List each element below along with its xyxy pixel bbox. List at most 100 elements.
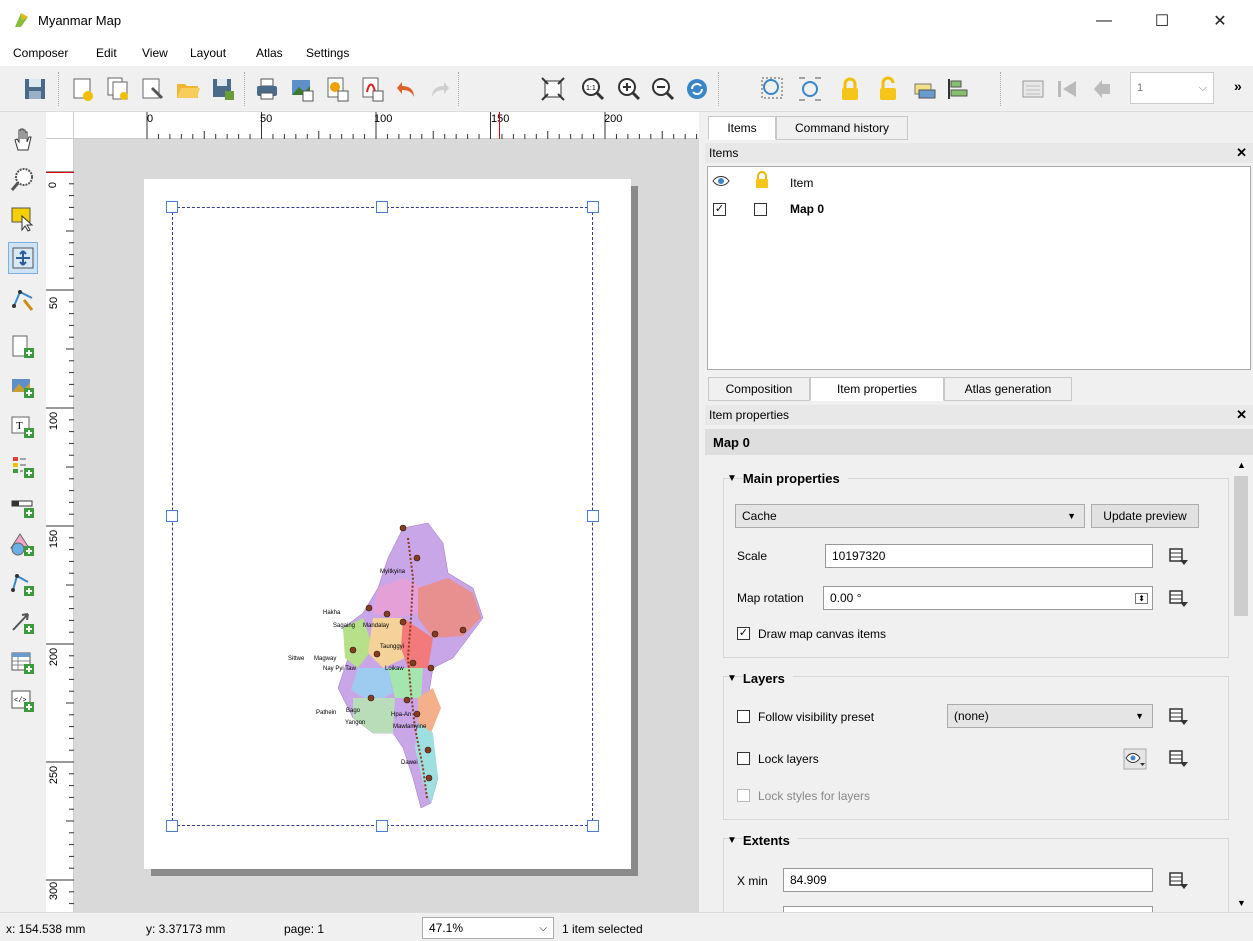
item-properties-scroll-area[interactable]: ▼ Main properties Cache ▼ Update preview S… [707,458,1229,918]
group-items-icon[interactable] [760,76,786,102]
tab-items[interactable]: Items [708,116,776,140]
item-visible-checkbox[interactable]: ✓ [713,203,726,216]
atlas-first-icon[interactable] [1054,76,1080,102]
save-project-icon[interactable] [22,76,48,102]
move-item-content-icon[interactable] [10,245,36,271]
add-nodes-item-icon[interactable] [10,572,36,598]
map-rotation-input[interactable]: 0.00 ° ⬍ [823,586,1153,610]
resize-handle-top-right[interactable] [587,201,599,213]
data-defined-override-icon[interactable] [1167,870,1189,890]
visibility-preset-select[interactable]: (none) ▼ [947,704,1153,728]
item-row-label[interactable]: Map 0 [790,202,824,216]
map-item-frame[interactable]: Myitkyina Hakha Sagaing Mandalay Taunggy… [172,207,593,826]
zoom-in-icon[interactable] [616,76,642,102]
close-icon[interactable]: ✕ [1236,145,1247,161]
menu-view[interactable]: View [142,46,168,60]
close-icon[interactable]: ✕ [1236,407,1247,423]
duplicate-composer-icon[interactable] [105,76,131,102]
ungroup-items-icon[interactable] [797,76,823,102]
resize-handle-bottom[interactable] [376,820,388,832]
follow-preset-checkbox[interactable] [737,710,750,723]
undo-icon[interactable] [394,76,420,102]
tab-atlas-generation[interactable]: Atlas generation [944,377,1072,401]
scroll-down-icon[interactable]: ▼ [1237,898,1246,908]
extents-toggle[interactable]: ▼ Extents [727,833,798,848]
tab-item-properties[interactable]: Item properties [810,377,944,401]
add-html-frame-icon[interactable]: </> [10,688,36,714]
resize-handle-bottom-right[interactable] [587,820,599,832]
data-defined-override-icon[interactable] [1167,706,1189,726]
vertical-ruler[interactable]: 0 50 100 150 200 250 300 [46,139,74,912]
tab-command-history[interactable]: Command history [776,116,908,140]
tab-composition[interactable]: Composition [708,377,810,401]
export-svg-icon[interactable] [324,76,350,102]
menu-atlas[interactable]: Atlas [256,46,283,60]
resize-handle-top-left[interactable] [166,201,178,213]
add-shape-icon[interactable] [10,532,36,558]
new-composer-icon[interactable] [70,76,96,102]
zoom-tool-icon[interactable] [10,166,36,192]
draw-canvas-items-checkbox[interactable]: ✓ [737,627,750,640]
zoom-full-icon[interactable] [540,76,566,102]
atlas-preview-icon[interactable] [1020,76,1046,102]
maximize-button[interactable]: ☐ [1139,6,1185,36]
export-pdf-icon[interactable] [359,76,385,102]
raise-items-icon[interactable] [912,76,938,102]
menu-composer[interactable]: Composer [13,46,68,60]
data-defined-override-icon[interactable] [1167,748,1189,768]
layers-toggle[interactable]: ▼ Layers [727,671,793,686]
align-items-icon[interactable] [946,76,972,102]
xmin-input[interactable]: 84.909 [783,868,1153,892]
edit-nodes-icon[interactable] [10,286,36,312]
composition-page[interactable]: Myitkyina Hakha Sagaing Mandalay Taunggy… [144,179,631,869]
toolbar-overflow-button[interactable]: » [1234,78,1242,94]
resize-handle-right[interactable] [587,510,599,522]
print-icon[interactable] [254,76,280,102]
add-label-icon[interactable]: T [10,414,36,440]
add-legend-icon[interactable] [10,454,36,480]
scroll-up-icon[interactable]: ▲ [1237,460,1246,470]
menu-settings[interactable]: Settings [306,46,349,60]
add-attribute-table-icon[interactable] [10,650,36,676]
menu-edit[interactable]: Edit [96,46,117,60]
lock-styles-checkbox[interactable] [737,789,750,802]
scale-input[interactable]: 10197320 [825,544,1153,568]
atlas-page-selector[interactable]: 1 ⌵ [1130,72,1214,104]
lock-icon[interactable] [837,76,863,102]
resize-handle-left[interactable] [166,510,178,522]
refresh-icon[interactable] [684,76,710,102]
pan-hand-icon[interactable] [10,126,36,152]
open-template-icon[interactable] [175,76,201,102]
save-template-icon[interactable] [210,76,236,102]
layer-visibility-menu-icon[interactable] [1123,748,1147,770]
add-scalebar-icon[interactable] [10,494,36,520]
atlas-previous-icon[interactable] [1090,76,1116,102]
cache-mode-select[interactable]: Cache ▼ [735,504,1085,528]
menu-layout[interactable]: Layout [190,46,226,60]
data-defined-override-icon[interactable] [1167,546,1189,566]
composer-manager-icon[interactable] [140,76,166,102]
items-list[interactable]: Item ✓ Map 0 [707,166,1251,370]
scrollbar-thumb[interactable] [1234,476,1248,616]
composer-canvas[interactable]: Myitkyina Hakha Sagaing Mandalay Taunggy… [74,139,699,912]
properties-scrollbar[interactable]: ▲ ▼ [1231,458,1251,912]
zoom-out-icon[interactable] [650,76,676,102]
add-arrow-icon[interactable] [10,610,36,636]
resize-handle-top[interactable] [376,201,388,213]
lock-layers-checkbox[interactable] [737,752,750,765]
select-move-item-icon[interactable] [10,206,36,232]
unlock-icon[interactable] [875,76,901,102]
horizontal-ruler[interactable]: 0 50 100 150 200 [74,112,699,139]
spinbox-arrows-icon[interactable]: ⬍ [1135,592,1148,604]
export-image-icon[interactable] [289,76,315,102]
redo-icon[interactable] [426,76,452,102]
update-preview-button[interactable]: Update preview [1091,504,1199,528]
zoom-select[interactable]: 47.1% ⌵ [422,917,554,939]
item-lock-checkbox[interactable] [754,203,767,216]
main-properties-toggle[interactable]: ▼ Main properties [727,471,848,486]
resize-handle-bottom-left[interactable] [166,820,178,832]
add-image-icon[interactable] [10,374,36,400]
close-window-button[interactable]: ✕ [1197,6,1243,36]
minimize-button[interactable]: — [1081,6,1127,36]
data-defined-override-icon[interactable] [1167,588,1189,608]
